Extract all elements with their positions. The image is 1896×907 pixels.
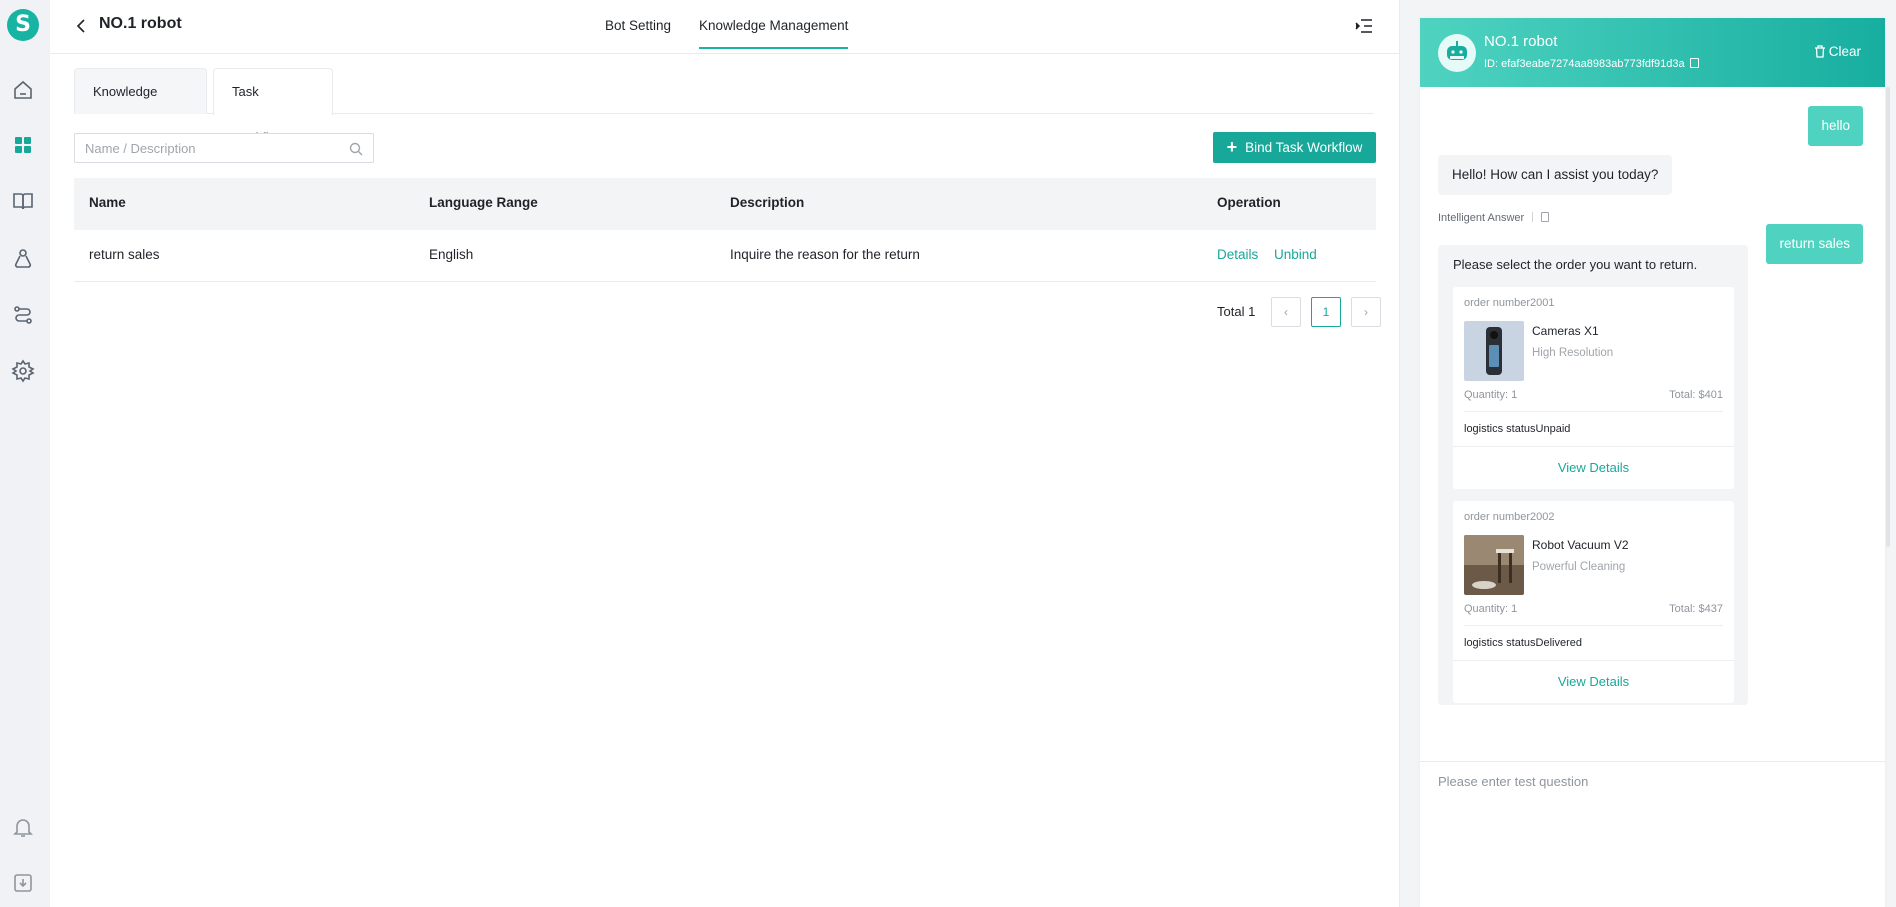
unbind-link[interactable]: Unbind: [1274, 247, 1317, 262]
subtab-knowledge-base[interactable]: Knowledge Base: [74, 68, 207, 145]
chat-messages: hello Hello! How can I assist you today?…: [1420, 87, 1885, 759]
search-box: [74, 133, 374, 163]
workflow-table: Name Language Range Description Operatio…: [74, 178, 1376, 282]
chat-scrollbar[interactable]: [1886, 87, 1890, 547]
meta-separator: [1532, 212, 1534, 222]
user-message: hello: [1808, 106, 1863, 146]
column-header-description: Description: [730, 195, 805, 210]
tab-knowledge-management[interactable]: Knowledge Management: [699, 18, 849, 49]
order-quantity: Quantity: 1: [1464, 603, 1518, 615]
order-total: Total: $437: [1669, 603, 1723, 615]
book-icon[interactable]: [11, 189, 35, 213]
divider: [1464, 625, 1723, 626]
product-name: Cameras X1: [1532, 324, 1599, 338]
bot-message: Hello! How can I assist you today?: [1438, 155, 1673, 195]
back-arrow-icon[interactable]: [73, 15, 89, 37]
main-content: NO.1 robot Bot Setting Knowledge Managem…: [50, 0, 1399, 907]
details-link[interactable]: Details: [1217, 247, 1258, 262]
trash-icon: [1814, 45, 1826, 58]
subtab-task-workflow[interactable]: Task Workflow: [213, 68, 333, 145]
column-header-language: Language Range: [429, 195, 538, 210]
plus-icon: +: [1226, 137, 1238, 157]
product-description: High Resolution: [1532, 347, 1614, 359]
top-bar: NO.1 robot Bot Setting Knowledge Managem…: [50, 0, 1399, 54]
clear-button[interactable]: Clear: [1814, 44, 1861, 59]
column-header-operation: Operation: [1217, 195, 1281, 210]
view-details-button[interactable]: View Details: [1453, 460, 1734, 475]
view-details-button[interactable]: View Details: [1453, 674, 1734, 689]
home-icon[interactable]: [11, 78, 35, 102]
order-number: order number2001: [1464, 297, 1555, 309]
divider: [1453, 660, 1734, 661]
test-chat-panel: NO.1 robot ID: efaf3eabe7274aa8983ab773f…: [1420, 18, 1885, 907]
order-total: Total: $401: [1669, 389, 1723, 401]
prev-page-button[interactable]: ‹: [1271, 297, 1301, 327]
answer-meta: Intelligent Answer: [1438, 212, 1550, 224]
search-input[interactable]: [85, 139, 335, 157]
bot-id-text: ID: efaf3eabe7274aa8983ab773fdf91d3a: [1484, 58, 1685, 70]
order-card: order number2001 Cameras X1 High Resolut…: [1453, 287, 1734, 489]
collapse-panel-icon[interactable]: [1354, 17, 1374, 35]
logistics-status: logistics statusDelivered: [1464, 637, 1582, 649]
product-description: Powerful Cleaning: [1532, 561, 1626, 573]
document-icon[interactable]: [1541, 212, 1550, 222]
clear-label: Clear: [1828, 44, 1861, 59]
test-question-input[interactable]: [1438, 774, 1868, 894]
bind-task-workflow-button[interactable]: + Bind Task Workflow: [1213, 132, 1376, 163]
order-prompt: Please select the order you want to retu…: [1453, 257, 1698, 272]
left-rail: S: [0, 0, 50, 907]
divider: [1464, 411, 1723, 412]
user-message: return sales: [1766, 224, 1863, 264]
product-image: [1464, 535, 1524, 595]
table-header: Name Language Range Description Operatio…: [74, 178, 1376, 230]
app-logo[interactable]: S: [7, 9, 39, 41]
order-select-message: Please select the order you want to retu…: [1438, 245, 1748, 705]
product-image: [1464, 321, 1524, 381]
divider: [1453, 446, 1734, 447]
row-operations: Details Unbind: [1217, 247, 1317, 262]
gear-icon[interactable]: [11, 359, 35, 383]
order-card: order number2002 Robot Vacuum V2 Powerfu…: [1453, 501, 1734, 703]
order-number: order number2002: [1464, 511, 1555, 523]
flask-icon[interactable]: [11, 246, 35, 270]
row-language: English: [429, 247, 474, 262]
chat-bot-name: NO.1 robot: [1484, 33, 1558, 50]
table-row: return sales English Inquire the reason …: [74, 230, 1376, 282]
column-header-name: Name: [89, 195, 126, 210]
logistics-status: logistics statusUnpaid: [1464, 423, 1571, 435]
answer-type-label: Intelligent Answer: [1438, 212, 1525, 224]
robot-avatar: [1438, 34, 1476, 72]
product-name: Robot Vacuum V2: [1532, 538, 1629, 552]
bell-icon[interactable]: [11, 815, 35, 839]
row-name: return sales: [89, 247, 160, 262]
page-number-button[interactable]: 1: [1311, 297, 1341, 327]
row-description: Inquire the reason for the return: [730, 247, 920, 262]
search-icon[interactable]: [349, 142, 363, 156]
next-page-button[interactable]: ›: [1351, 297, 1381, 327]
app-root: S NO.1 robot Bot Setting Knowledge Manag…: [0, 0, 1896, 907]
sub-tabs: Knowledge Base Task Workflow: [74, 68, 1374, 145]
download-icon[interactable]: [11, 871, 35, 895]
bind-button-label: Bind Task Workflow: [1245, 140, 1363, 155]
pagination-total: Total 1: [1217, 304, 1256, 319]
tab-bot-setting[interactable]: Bot Setting: [605, 18, 671, 33]
apps-icon[interactable]: [11, 133, 35, 157]
bot-name-title: NO.1 robot: [99, 15, 182, 32]
chat-header: NO.1 robot ID: efaf3eabe7274aa8983ab773f…: [1420, 18, 1885, 87]
workflow-icon[interactable]: [11, 303, 35, 327]
order-quantity: Quantity: 1: [1464, 389, 1518, 401]
bot-id: ID: efaf3eabe7274aa8983ab773fdf91d3a: [1484, 58, 1699, 70]
copy-icon[interactable]: [1689, 58, 1699, 68]
chat-input-area: [1420, 761, 1885, 907]
